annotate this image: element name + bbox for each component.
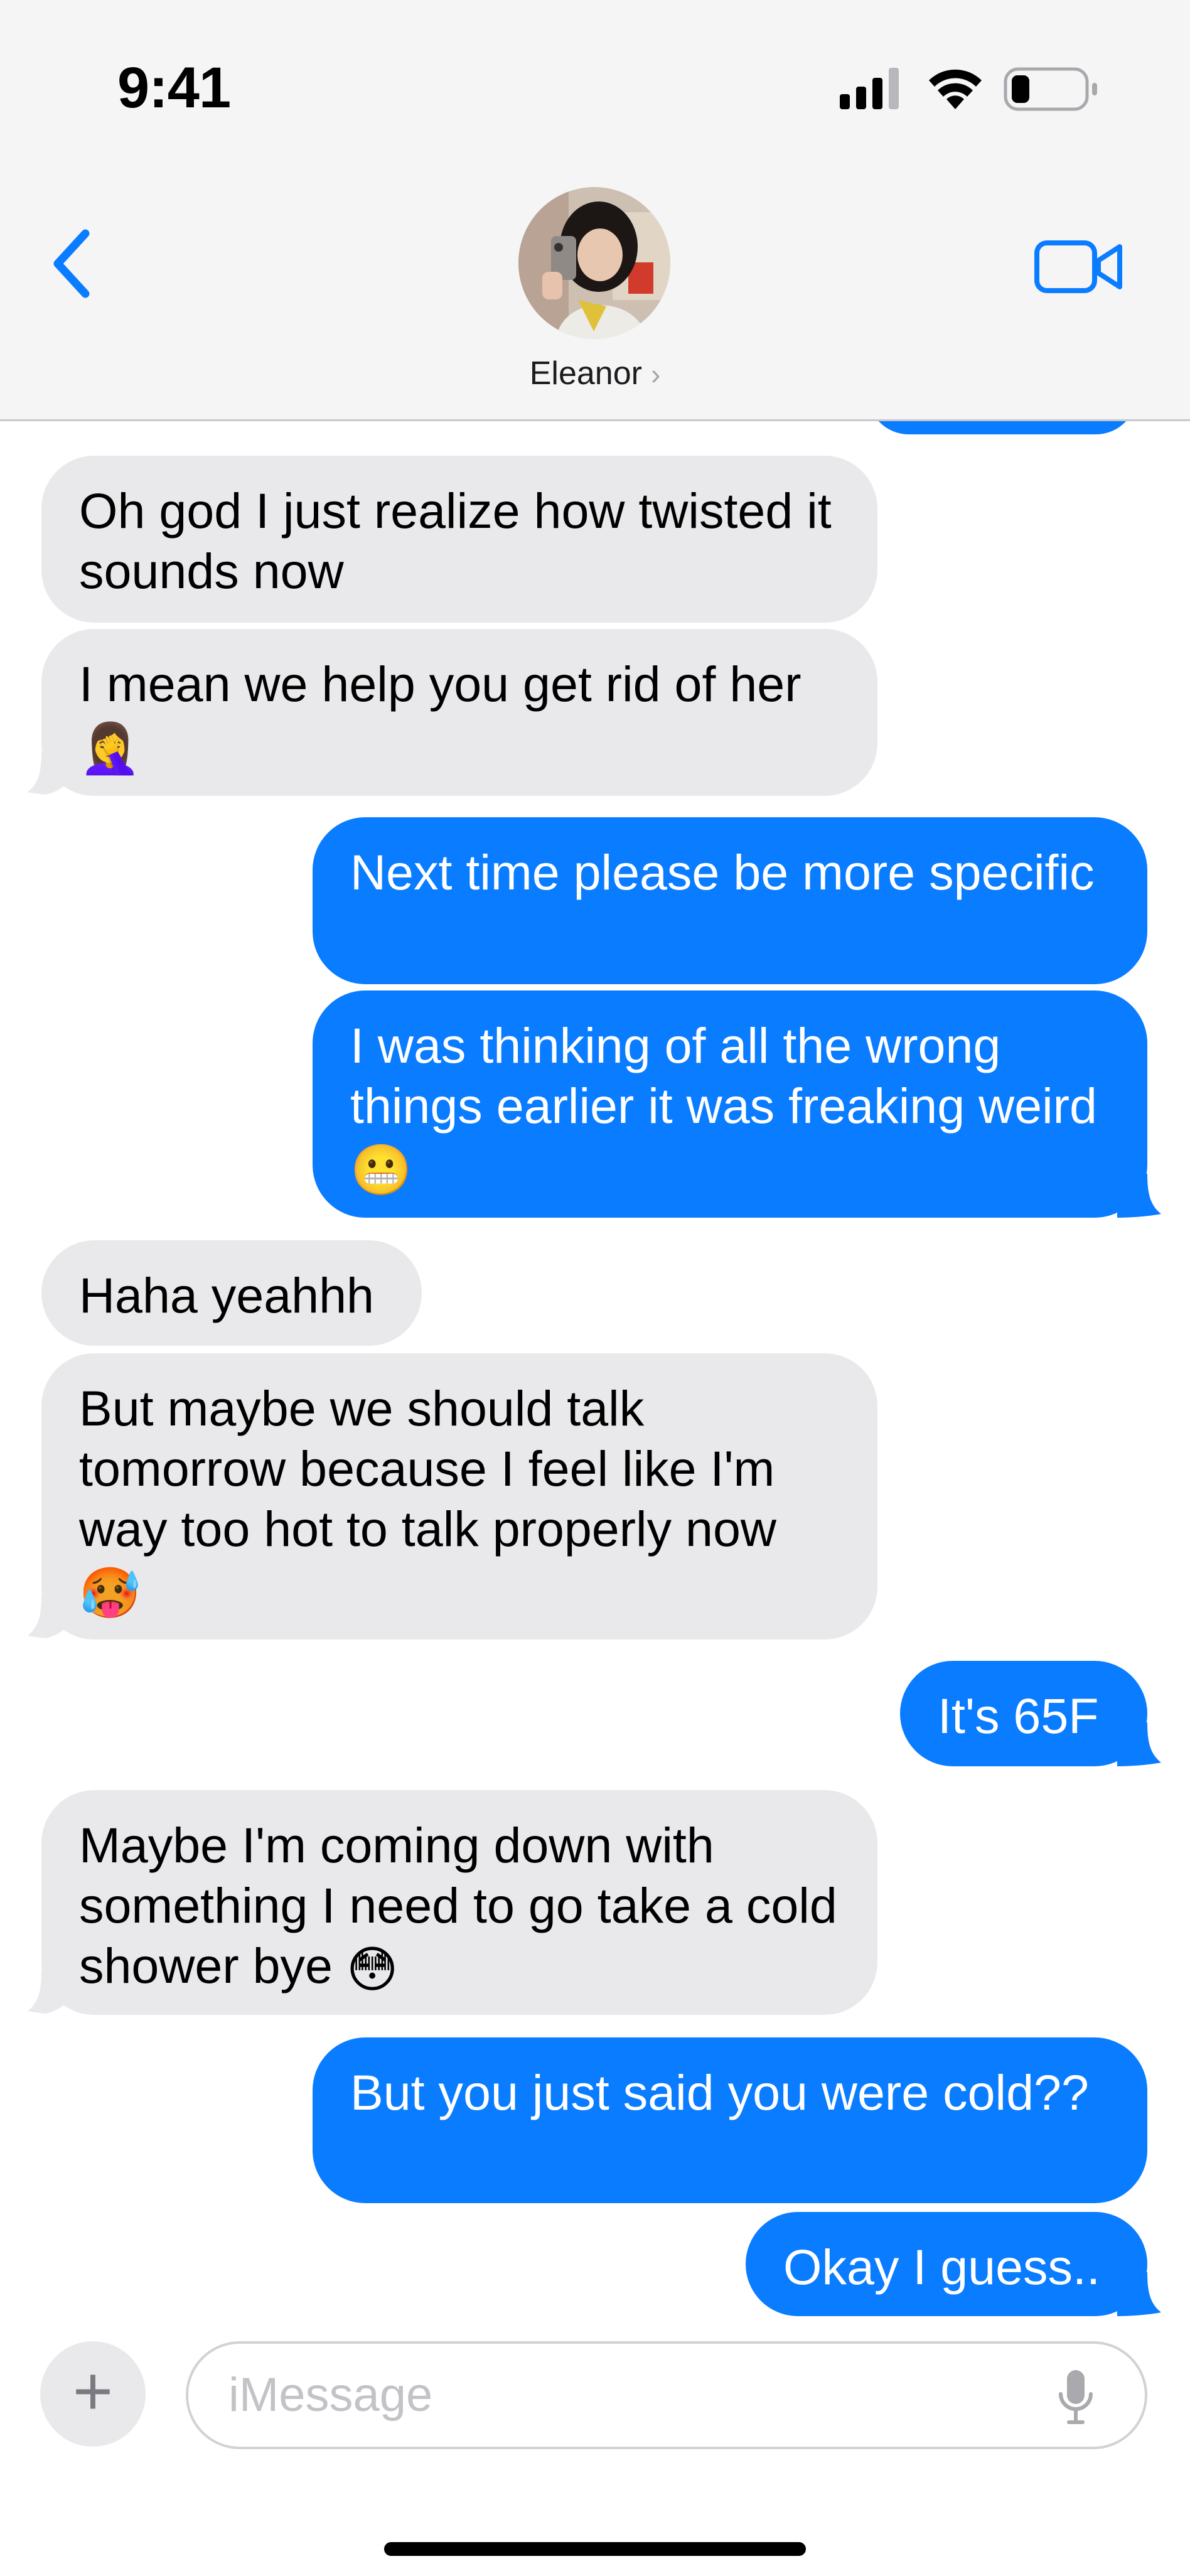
back-button[interactable]	[44, 226, 100, 301]
message-text: It's 65F	[938, 1688, 1099, 1744]
message-text: Haha yeahhh	[79, 1267, 374, 1323]
message-text: I was thinking of all the wrong things e…	[350, 1017, 1097, 1134]
conversation-header: 9:41 Eleanor ›	[0, 0, 1190, 421]
input-placeholder: iMessage	[228, 2368, 433, 2422]
message-bubble-outgoing[interactable]: I was thinking of all the wrong things e…	[313, 990, 1147, 1218]
message-bubble-incoming[interactable]: Maybe I'm coming down with something I n…	[41, 1790, 877, 2015]
message-text: Okay I guess..	[783, 2239, 1100, 2295]
message-bubble-outgoing[interactable]: But you just said you were cold??	[313, 2037, 1147, 2203]
contact-name: Eleanor	[529, 355, 642, 392]
avatar[interactable]	[518, 187, 670, 339]
message-text: Next time please be more specific	[350, 844, 1095, 900]
hot-face-emoji: 🥵	[79, 1565, 141, 1621]
message-text: But you just said you were cold??	[350, 2064, 1089, 2120]
home-indicator[interactable]	[384, 2542, 806, 2556]
message-bubble-outgoing[interactable]: Next time please be more specific	[313, 817, 1147, 984]
chevron-right-icon: ›	[650, 358, 661, 390]
plus-icon: +	[72, 2353, 114, 2430]
wifi-icon	[929, 69, 982, 109]
flushed-face-emoji: 😳	[346, 1941, 399, 1998]
facepalm-emoji: 🤦‍♀️	[79, 720, 141, 776]
apps-plus-button[interactable]: +	[40, 2341, 146, 2447]
message-text: Maybe I'm coming down with something I n…	[79, 1817, 837, 1994]
message-text: I mean we help you get rid of her	[79, 656, 801, 712]
status-time: 9:41	[117, 56, 231, 120]
message-bubble-incoming[interactable]: Oh god I just realize how twisted it sou…	[41, 456, 877, 623]
video-camera-icon	[1034, 240, 1122, 293]
video-call-button[interactable]	[1033, 235, 1125, 298]
contact-name-button[interactable]: Eleanor ›	[0, 355, 1190, 392]
chevron-left-icon	[53, 229, 90, 298]
message-bubble-incoming[interactable]: Haha yeahhh	[41, 1240, 422, 1346]
compose-bar: + iMessage	[0, 2319, 1190, 2576]
status-icons	[840, 67, 1097, 111]
battery-icon	[1004, 67, 1097, 111]
grimacing-emoji: 😬	[350, 1142, 412, 1198]
message-text: But maybe we should talk tomorrow becaus…	[79, 1380, 776, 1557]
message-bubble-incoming[interactable]: I mean we help you get rid of her 🤦‍♀️	[41, 629, 877, 796]
cellular-signal-icon	[840, 68, 899, 109]
message-bubble-incoming[interactable]: But maybe we should talk tomorrow becaus…	[41, 1353, 877, 1640]
message-text: Oh god I just realize how twisted it sou…	[79, 483, 832, 599]
imessage-input[interactable]: iMessage	[186, 2341, 1147, 2449]
message-bubble-outgoing[interactable]: It's 65F	[900, 1661, 1147, 1766]
message-bubble-outgoing[interactable]: Okay I guess..	[746, 2212, 1147, 2316]
microphone-icon[interactable]	[1057, 2369, 1095, 2427]
